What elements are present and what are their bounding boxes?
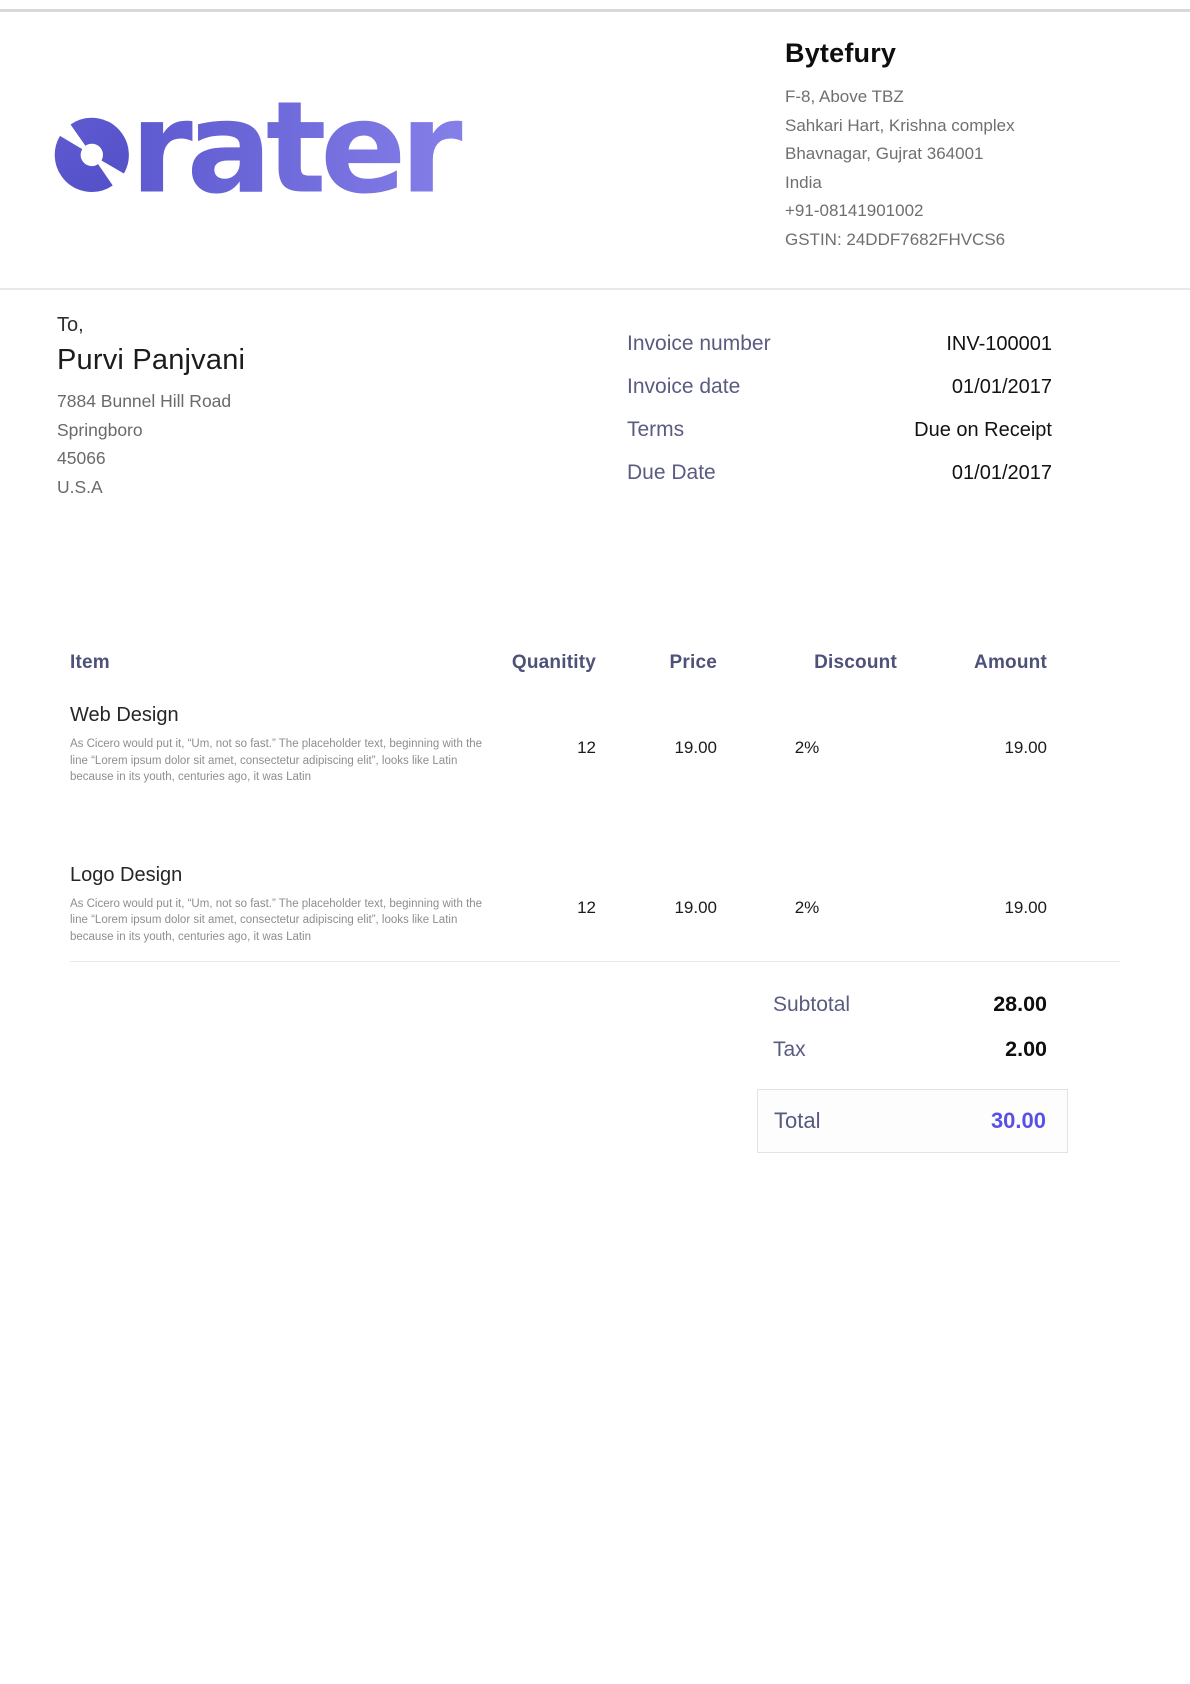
tax-label: Tax — [773, 1038, 806, 1062]
item-description: As Cicero would put it, “Um, not so fast… — [70, 896, 490, 946]
totals-block: Subtotal 28.00 Tax 2.00 Total 30.00 — [757, 992, 1068, 1153]
item-name: Web Design — [70, 704, 490, 727]
company-block: Bytefury F-8, Above TBZ Sahkari Hart, Kr… — [785, 38, 1145, 255]
item-cell: Logo Design As Cicero would put it, “Um,… — [70, 864, 490, 946]
column-header-amount: Amount — [897, 652, 1047, 674]
bill-to-label: To, — [57, 314, 477, 337]
invoice-number-label: Invoice number — [627, 332, 771, 356]
item-name: Logo Design — [70, 864, 490, 887]
total-label: Total — [774, 1108, 820, 1134]
invoice-meta: Invoice number INV-100001 Invoice date 0… — [627, 332, 1052, 504]
customer-address-line: Springboro — [57, 416, 477, 445]
item-quantity: 12 — [490, 704, 596, 786]
item-cell: Web Design As Cicero would put it, “Um, … — [70, 704, 490, 786]
subtotal-label: Subtotal — [773, 993, 850, 1017]
item-description: As Cicero would put it, “Um, not so fast… — [70, 736, 490, 786]
invoice-page: rater Bytefury F-8, Above TBZ Sahkari Ha… — [0, 0, 1190, 1684]
tax-value: 2.00 — [1005, 1037, 1047, 1062]
item-amount: 19.00 — [897, 704, 1047, 786]
company-address-line: F-8, Above TBZ — [785, 83, 1145, 112]
total-box: Total 30.00 — [757, 1089, 1068, 1153]
invoice-date-row: Invoice date 01/01/2017 — [627, 375, 1052, 399]
column-header-quantity: Quanitity — [490, 652, 596, 674]
top-divider — [0, 9, 1190, 12]
item-amount: 19.00 — [897, 864, 1047, 946]
terms-row: Terms Due on Receipt — [627, 418, 1052, 442]
customer-name: Purvi Panjvani — [57, 344, 477, 377]
due-date-value: 01/01/2017 — [952, 462, 1052, 485]
invoice-date-value: 01/01/2017 — [952, 376, 1052, 399]
company-gstin: GSTIN: 24DDF7682FHVCS6 — [785, 226, 1145, 255]
company-address-line: Sahkari Hart, Krishna complex — [785, 112, 1145, 141]
column-header-item: Item — [70, 652, 490, 674]
table-row: Logo Design As Cicero would put it, “Um,… — [70, 864, 1047, 946]
subtotal-value: 28.00 — [993, 992, 1047, 1017]
crater-logo: rater — [46, 62, 486, 196]
item-price: 19.00 — [596, 864, 717, 946]
due-date-label: Due Date — [627, 461, 716, 485]
terms-label: Terms — [627, 418, 684, 442]
subtotal-row: Subtotal 28.00 — [757, 992, 1068, 1017]
invoice-date-label: Invoice date — [627, 375, 740, 399]
table-bottom-divider — [70, 961, 1120, 962]
column-header-discount: Discount — [717, 652, 897, 674]
customer-address-line: 7884 Bunnel Hill Road — [57, 387, 477, 416]
item-price: 19.00 — [596, 704, 717, 786]
header-divider — [0, 288, 1190, 290]
due-date-row: Due Date 01/01/2017 — [627, 461, 1052, 485]
items-table-header: Item Quanitity Price Discount Amount — [70, 652, 1047, 674]
customer-address-line: U.S.A — [57, 473, 477, 502]
company-phone: +91-08141901002 — [785, 197, 1145, 226]
svg-text:rater: rater — [130, 74, 463, 196]
invoice-number-row: Invoice number INV-100001 — [627, 332, 1052, 356]
company-name: Bytefury — [785, 38, 1145, 69]
customer-address-line: 45066 — [57, 444, 477, 473]
company-address-line: Bhavnagar, Gujrat 364001 — [785, 140, 1145, 169]
tax-row: Tax 2.00 — [757, 1037, 1068, 1062]
item-quantity: 12 — [490, 864, 596, 946]
bill-to-block: To, Purvi Panjvani 7884 Bunnel Hill Road… — [57, 314, 477, 501]
terms-value: Due on Receipt — [914, 419, 1052, 442]
company-address-line: India — [785, 169, 1145, 198]
total-value: 30.00 — [991, 1108, 1046, 1134]
item-discount: 2% — [717, 704, 897, 786]
table-row: Web Design As Cicero would put it, “Um, … — [70, 704, 1047, 786]
items-table: Item Quanitity Price Discount Amount Web… — [70, 652, 1047, 945]
column-header-price: Price — [596, 652, 717, 674]
customer-address: 7884 Bunnel Hill Road Springboro 45066 U… — [57, 387, 477, 501]
invoice-number-value: INV-100001 — [946, 333, 1052, 356]
crater-logo-icon: rater — [46, 62, 486, 196]
item-discount: 2% — [717, 864, 897, 946]
